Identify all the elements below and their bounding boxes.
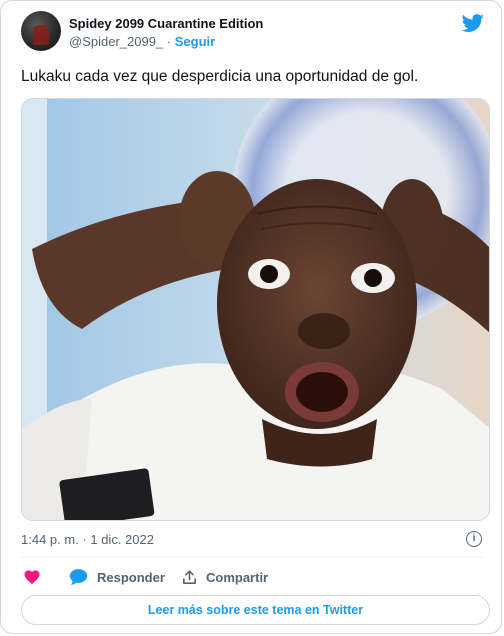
author-handle-line: @Spider_2099_ · Seguir (69, 34, 215, 49)
info-icon[interactable]: i (466, 531, 482, 547)
follow-link[interactable]: Seguir (175, 34, 215, 49)
embedded-tweet-card: Spidey 2099 Cuarantine Edition @Spider_2… (0, 0, 502, 634)
tweet-actions: Responder Compartir (21, 566, 481, 588)
author-name[interactable]: Spidey 2099 Cuarantine Edition (69, 16, 263, 31)
author-avatar[interactable] (21, 11, 61, 51)
share-button[interactable]: Compartir (181, 566, 268, 588)
tweet-timestamp[interactable]: 1:44 p. m. · 1 dic. 2022 (21, 532, 154, 547)
tweet-header: Spidey 2099 Cuarantine Edition @Spider_2… (21, 11, 485, 55)
tweet-text: Lukaku cada vez que desperdicia una opor… (21, 68, 419, 85)
divider (21, 557, 483, 558)
like-button[interactable] (23, 566, 41, 588)
heart-icon (24, 570, 40, 585)
twitter-bird-icon[interactable] (461, 12, 485, 34)
author-handle[interactable]: @Spider_2099_ (69, 34, 163, 49)
tweet-media-image[interactable] (21, 98, 490, 521)
share-icon (183, 569, 196, 584)
share-label: Compartir (206, 569, 269, 585)
reply-button[interactable]: Responder (69, 566, 165, 588)
speech-bubble-icon (69, 569, 88, 585)
shocked-man-photo (22, 99, 489, 520)
separator-dot: · (166, 34, 172, 49)
read-more-button[interactable]: Leer más sobre este tema en Twitter (21, 595, 490, 625)
reply-label: Responder (97, 569, 165, 585)
